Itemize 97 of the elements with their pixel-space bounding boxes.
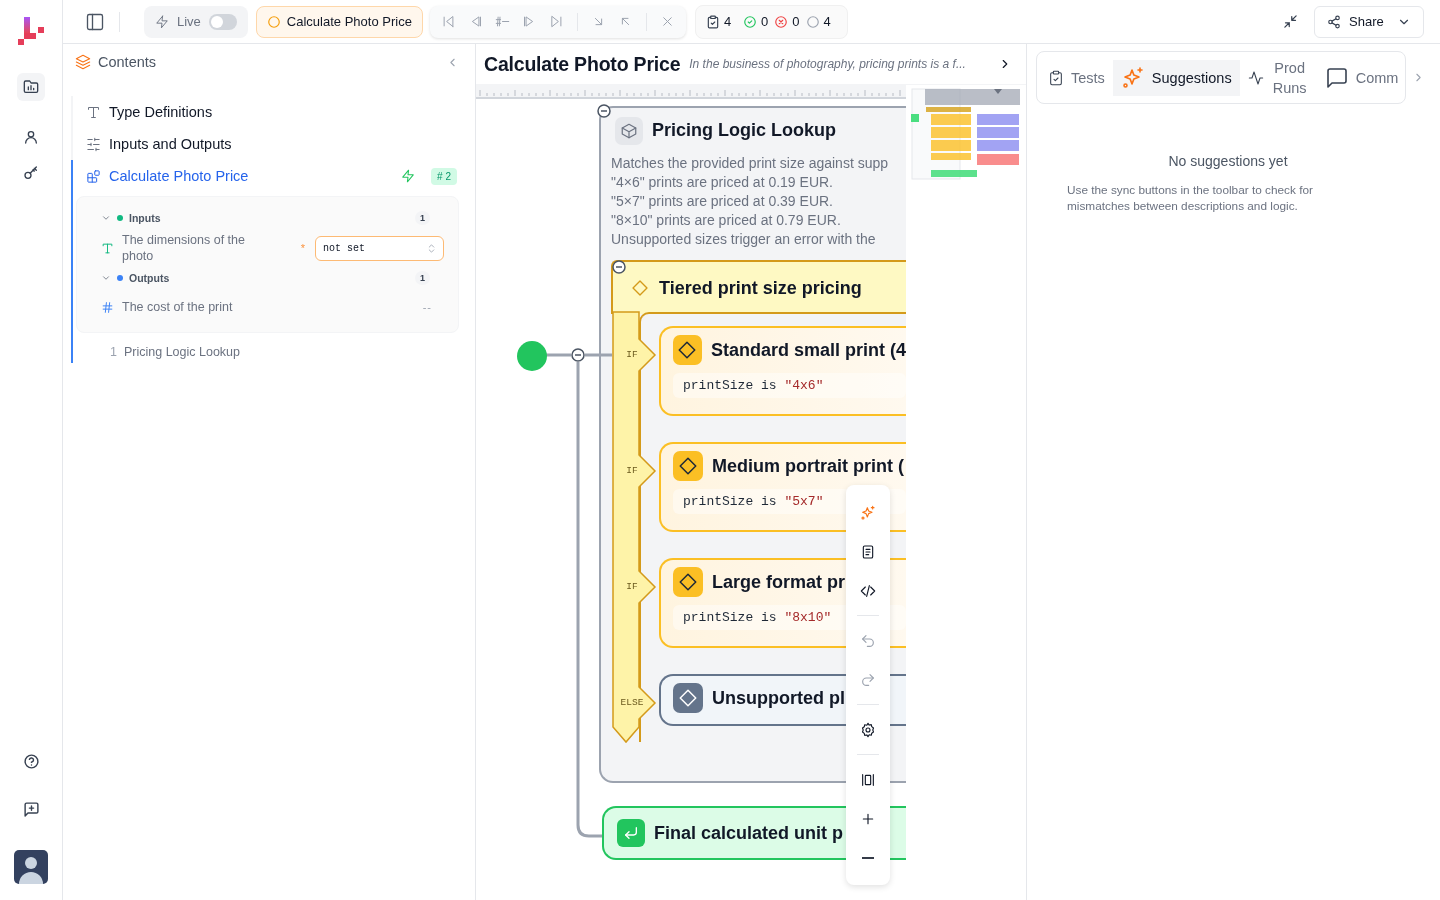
function-chip[interactable]: Calculate Photo Price (255, 5, 423, 38)
undo-icon (860, 632, 876, 649)
message-plus-icon (22, 800, 40, 818)
start-node[interactable] (517, 341, 547, 371)
logo[interactable] (16, 16, 46, 46)
step-item[interactable]: 1 Pricing Logic Lookup (76, 333, 459, 363)
field-label: The cost of the print (122, 299, 234, 315)
zoom-out-icon (862, 856, 874, 859)
avatar[interactable] (14, 850, 48, 884)
field-label: The dimensions of the photo (122, 232, 246, 264)
input-field[interactable]: not set (315, 235, 444, 261)
share-button[interactable]: Share (1314, 5, 1424, 38)
minimap[interactable] (910, 87, 1022, 181)
sparkles-icon (1120, 65, 1145, 90)
fit-view-icon (860, 771, 876, 788)
panel-tab[interactable]: Suggestions (1112, 59, 1240, 96)
group-description: Matches the provided print size against supp "4×6" prints are priced at 0.19 EUR. "5×7" prints are priced at 0.39 EUR. "8×10" prints are priced at 0.79 EUR. Unsupported sizes trigger an error with the (611, 154, 889, 249)
empty-message: Use the sync buttons in the toolbar to check for mismatches between descriptions and logic. (1067, 182, 1314, 214)
bolt-icon (401, 169, 416, 183)
collapse-icon[interactable] (597, 104, 611, 118)
share-icon (1327, 14, 1341, 29)
folder-chart-icon (23, 79, 39, 95)
count-badge: # 2 (431, 167, 457, 185)
cube-icon (620, 122, 638, 140)
panel-tab[interactable]: Tests (1040, 59, 1113, 96)
test-count: 0 (761, 14, 769, 29)
redo-icon (860, 671, 876, 688)
tree-item[interactable]: Inputs and Outputs (71, 128, 459, 160)
blocks-icon (86, 168, 101, 184)
panel-title: Contents (98, 54, 157, 70)
branch-label: IF (625, 465, 639, 476)
collapse-icon[interactable] (612, 260, 626, 274)
panel-tab[interactable]: Prod Runs (1239, 59, 1317, 96)
function-description: In the business of photography, pricing prints is a f... (689, 57, 967, 71)
clipboard-check-icon (705, 14, 720, 29)
function-title: Calculate Photo Price (484, 52, 681, 76)
branch-title: Medium portrait print ( (712, 455, 904, 477)
required-mark: * (300, 242, 305, 254)
section-label: Inputs (129, 212, 161, 224)
clipboard-check-icon (1048, 69, 1064, 86)
branch-label: ELSE (619, 697, 645, 708)
user-icon (23, 129, 39, 145)
minimize-icon (1283, 14, 1298, 29)
files-nav-button[interactable] (17, 73, 45, 101)
panel-tab[interactable]: Comm (1316, 59, 1405, 96)
count-badge: 1 (415, 271, 430, 285)
collapse-icon[interactable] (571, 348, 585, 362)
hash-icon (101, 300, 114, 314)
message-icon (1324, 65, 1349, 90)
hash-line-icon (494, 14, 510, 29)
branch-title: Standard small print (4 (710, 339, 906, 361)
type-icon (101, 241, 114, 255)
layers-icon (75, 54, 91, 70)
sliders-icon (86, 136, 101, 152)
collapse-button[interactable] (1283, 14, 1298, 29)
count-badge: 1 (415, 211, 430, 225)
tree-item[interactable]: Calculate Photo Price # 2 (71, 160, 459, 192)
panel-icon (85, 11, 105, 32)
group-node[interactable] (599, 106, 906, 783)
branch-title: Unsupported pl (712, 687, 845, 709)
chevron-down-icon (101, 273, 111, 283)
help-icon (22, 752, 40, 770)
type-icon (86, 104, 101, 120)
sidebar-toggle-button[interactable] (85, 11, 105, 32)
key-icon (23, 165, 39, 181)
empty-title: No suggestions yet (1167, 153, 1289, 169)
test-count: 4 (823, 14, 831, 29)
activity-icon (1247, 69, 1264, 86)
branch-card[interactable]: Medium portrait print ( printSize is "5x7" (659, 442, 906, 532)
branch-label: IF (625, 581, 639, 592)
circle-icon (805, 14, 820, 29)
test-count: 4 (723, 14, 732, 29)
tree-item[interactable]: Type Definitions (71, 96, 459, 128)
diamond-icon (631, 279, 649, 297)
branch-label: IF (625, 349, 639, 360)
decision-node[interactable]: Tiered print size pricing (611, 260, 906, 314)
test-count: 0 (792, 14, 800, 29)
sparkles-icon (860, 504, 876, 521)
skip-forward-icon (548, 14, 564, 29)
check-circle-icon (743, 14, 758, 29)
live-toggle[interactable]: Live (144, 5, 248, 38)
branch-title: Large format pr (712, 571, 846, 593)
chevron-down-icon (101, 213, 111, 223)
group-title: Pricing Logic Lookup (652, 120, 836, 141)
document-icon (860, 543, 876, 560)
settings-icon (860, 721, 876, 738)
output-value: -- (422, 301, 432, 313)
branch-card[interactable]: Standard small print (4 printSize is "4x6" (659, 326, 906, 416)
chevron-up-down-icon (426, 242, 437, 254)
condition-code: printSize is "4x6" (673, 373, 906, 398)
x-circle-icon (774, 14, 789, 29)
code-icon (860, 582, 876, 599)
circle-icon (266, 14, 281, 29)
section-label: Outputs (129, 272, 170, 284)
return-icon (623, 825, 639, 841)
bolt-icon (155, 14, 169, 29)
skip-back-icon (440, 14, 456, 29)
